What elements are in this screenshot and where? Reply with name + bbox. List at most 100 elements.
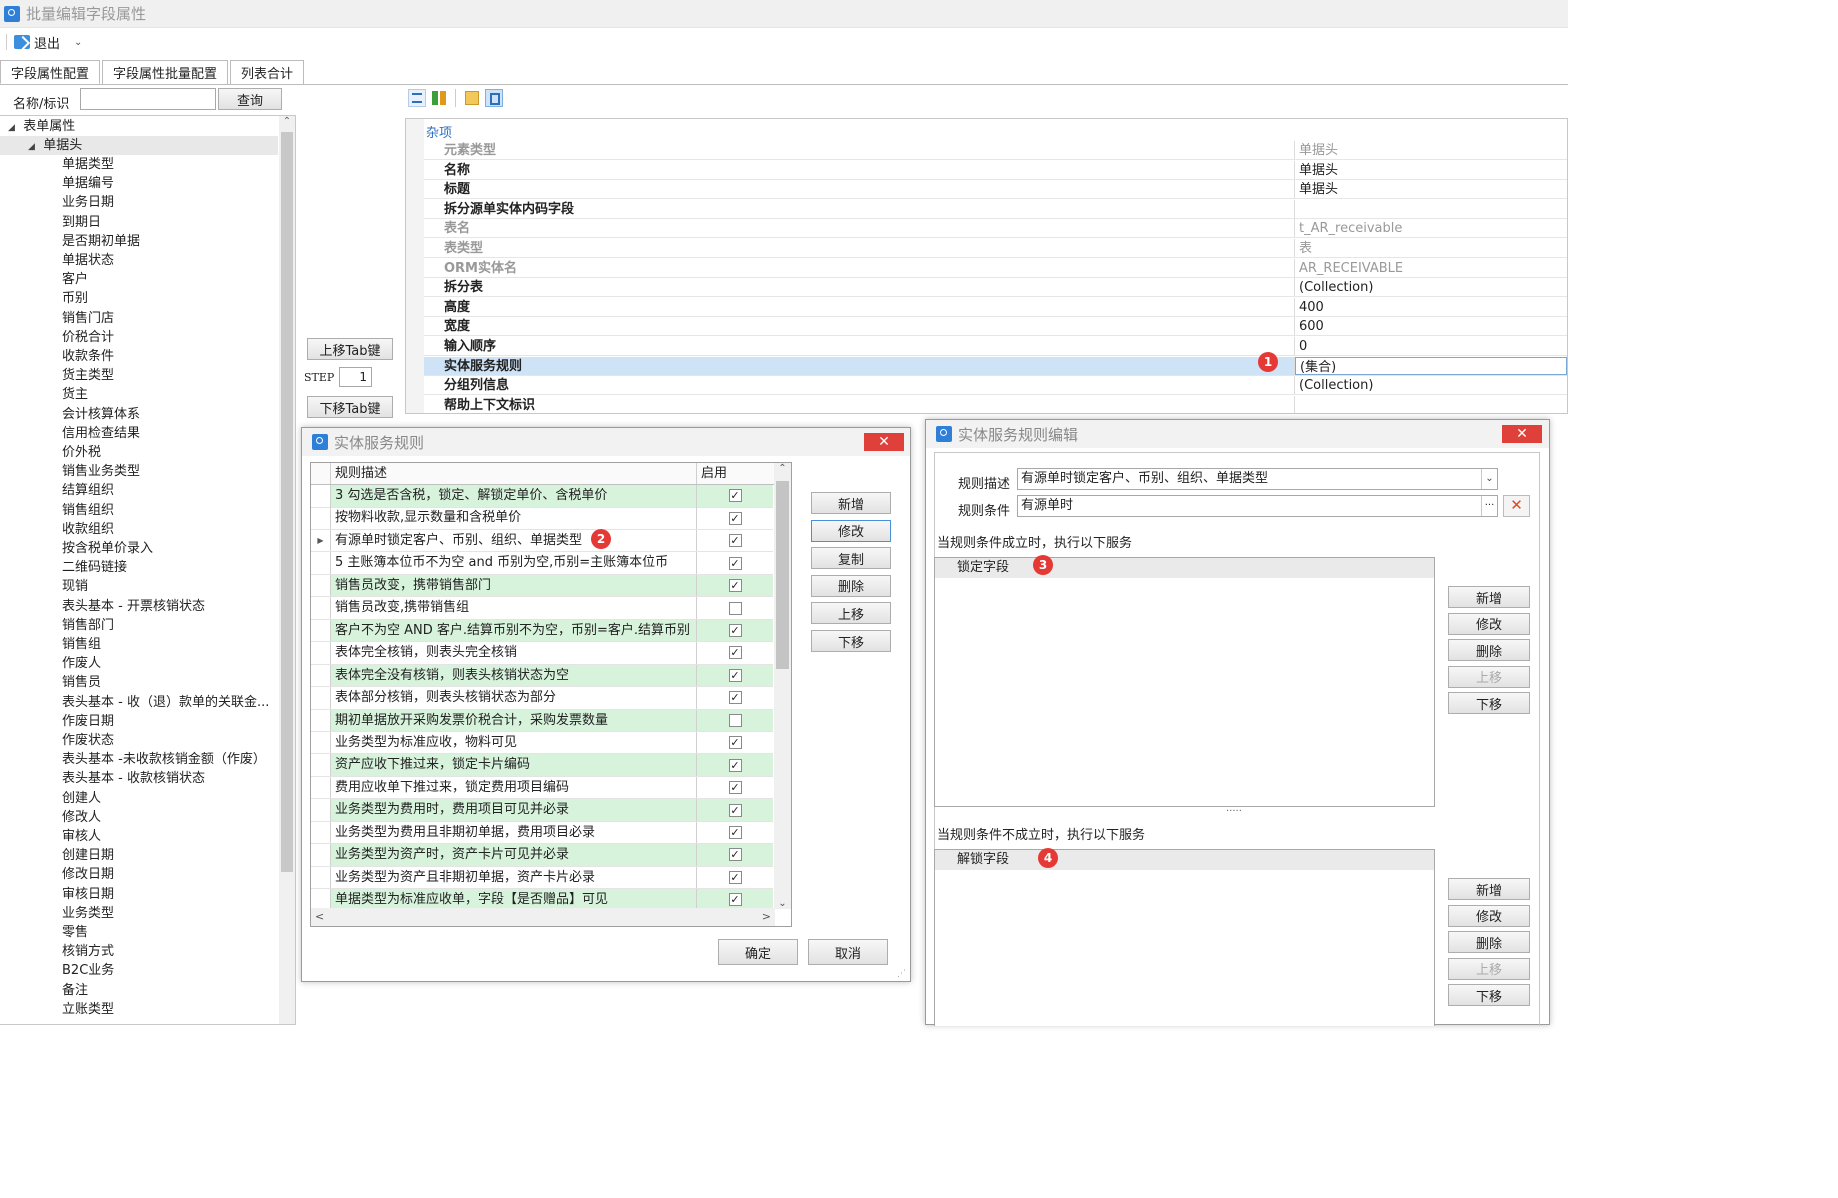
rules-scroll-thumb[interactable]: [776, 481, 789, 669]
rule-row[interactable]: ▶ 有源单时锁定客户、币别、组织、单据类型 ✓: [311, 529, 773, 553]
move-rule-down-button[interactable]: 下移: [811, 630, 891, 652]
tree-item[interactable]: 表头基本 - 收款核销状态: [62, 769, 205, 788]
resize-grip-icon[interactable]: ⋰: [897, 969, 906, 979]
tree-scroll-thumb[interactable]: [281, 132, 293, 872]
enabled-checkbox[interactable]: ✓: [728, 646, 742, 660]
tree-item[interactable]: 销售员: [62, 673, 101, 692]
property-value[interactable]: [1295, 396, 1567, 413]
rule-desc-cell[interactable]: 5 主账簿本位币不为空 and 币别为空,币别=主账簿本位币: [331, 552, 697, 574]
rule-row[interactable]: 表体完全没有核销，则表头核销状态为空 ✓: [311, 664, 773, 688]
enabled-checkbox[interactable]: ✓: [728, 668, 742, 682]
enabled-checkbox[interactable]: ✓: [728, 556, 742, 570]
tree-item[interactable]: 销售组织: [62, 501, 114, 520]
tree-scrollbar[interactable]: ⌃: [279, 116, 295, 1024]
property-value[interactable]: t_AR_receivable: [1295, 219, 1567, 237]
rule-desc-cell[interactable]: 按物料收款,显示数量和含税单价: [331, 507, 697, 529]
tree-item[interactable]: 单据类型: [62, 155, 114, 174]
enabled-checkbox[interactable]: ✓: [728, 511, 742, 525]
tree-item[interactable]: 修改人: [62, 808, 101, 827]
unlock-field-delete-button[interactable]: 删除: [1448, 931, 1530, 954]
enabled-checkbox[interactable]: ✓: [728, 579, 742, 593]
panel-splitter[interactable]: ·····: [1226, 806, 1242, 817]
rule-row[interactable]: 销售员改变,携带销售组: [311, 597, 773, 620]
rule-desc-cell[interactable]: 有源单时锁定客户、币别、组织、单据类型: [331, 529, 697, 552]
tree-item[interactable]: 货主类型: [62, 366, 114, 385]
tree-item[interactable]: 收款条件: [62, 347, 114, 366]
property-row[interactable]: ORM实体名 AR_RECEIVABLE: [424, 258, 1567, 278]
tree-item[interactable]: 销售门店: [62, 309, 114, 328]
property-value[interactable]: 单据头: [1295, 161, 1567, 179]
rule-desc-field[interactable]: 有源单时锁定客户、币别、组织、单据类型 ⌄: [1017, 468, 1498, 490]
edit-rule-button[interactable]: 修改: [811, 519, 891, 542]
lock-field-move-down-button[interactable]: 下移: [1448, 692, 1530, 715]
enabled-checkbox[interactable]: ✓: [728, 826, 742, 839]
tree-item[interactable]: 修改日期: [62, 865, 114, 884]
property-row[interactable]: 输入顺序 0: [424, 337, 1567, 356]
rule-desc-cell[interactable]: 业务类型为标准应收，物料可见: [331, 731, 697, 754]
close-icon[interactable]: ✕: [1502, 425, 1542, 443]
rule-row[interactable]: 业务类型为资产时，资产卡片可见并必录 ✓: [311, 844, 773, 867]
property-row[interactable]: 宽度 600: [424, 317, 1567, 337]
tree-item[interactable]: 业务日期: [62, 193, 114, 212]
delete-rule-button[interactable]: 删除: [811, 574, 891, 597]
tree-item[interactable]: 审核人: [62, 827, 101, 846]
tab-list-totals[interactable]: 列表合计: [230, 60, 305, 84]
tree-item[interactable]: 二维码链接: [62, 558, 127, 577]
property-value[interactable]: 0: [1295, 337, 1567, 355]
tree-item[interactable]: 结算组织: [62, 481, 114, 500]
chevron-down-icon[interactable]: ⌄: [74, 37, 82, 48]
tree-item[interactable]: 审核日期: [62, 885, 114, 904]
rule-cond-field[interactable]: 有源单时 ···: [1017, 495, 1498, 517]
rule-desc-cell[interactable]: 3 勾选是否含税，锁定、解锁定单价、含税单价: [331, 485, 697, 507]
tree-item[interactable]: 表头基本 - 收（退）款单的关联金...: [62, 693, 269, 712]
tree-node-header[interactable]: ◢ 单据头: [0, 136, 278, 155]
tree-item[interactable]: 到期日: [62, 213, 101, 232]
tree-item[interactable]: 立账类型: [62, 1000, 114, 1019]
lock-field-move-up-button[interactable]: 上移: [1448, 665, 1530, 688]
property-value[interactable]: 单据头: [1295, 141, 1567, 159]
rule-desc-cell[interactable]: 期初单据放开采购发票价税合计，采购发票数量: [331, 709, 697, 731]
property-row[interactable]: 拆分表 (Collection): [424, 278, 1567, 298]
rule-desc-cell[interactable]: 费用应收单下推过来，锁定费用项目编码: [331, 776, 697, 799]
rule-desc-cell[interactable]: 表体完全没有核销，则表头核销状态为空: [331, 664, 697, 687]
rule-row[interactable]: 表体部分核销，则表头核销状态为部分 ✓: [311, 687, 773, 710]
enabled-checkbox[interactable]: [728, 601, 742, 615]
enabled-checkbox[interactable]: ✓: [728, 848, 742, 862]
tree-item[interactable]: 表头基本 -未收款核销金额（作废）: [62, 750, 266, 769]
rules-hscroll[interactable]: < >: [311, 908, 775, 926]
rule-desc-cell[interactable]: 表体完全核销，则表头完全核销: [331, 642, 697, 664]
tree-item[interactable]: 作废日期: [62, 712, 114, 731]
enabled-checkbox[interactable]: ✓: [728, 691, 742, 705]
rule-desc-cell[interactable]: 业务类型为资产且非期初单据，资产卡片必录: [331, 866, 697, 889]
rule-row[interactable]: 3 勾选是否含税，锁定、解锁定单价、含税单价 ✓: [311, 485, 773, 508]
tree-item[interactable]: 销售部门: [62, 616, 114, 635]
tree-root[interactable]: ◢ 表单属性: [8, 117, 75, 136]
property-value[interactable]: 400: [1295, 298, 1567, 316]
tab-field-properties[interactable]: 字段属性配置: [0, 60, 101, 84]
property-value[interactable]: 表: [1295, 239, 1567, 257]
tree-item[interactable]: 币别: [62, 289, 88, 308]
rule-desc-cell[interactable]: 业务类型为资产时，资产卡片可见并必录: [331, 844, 697, 866]
rule-row[interactable]: 按物料收款,显示数量和含税单价 ✓: [311, 507, 773, 530]
unlock-field-add-button[interactable]: 新增: [1448, 878, 1530, 900]
lock-field-delete-button[interactable]: 删除: [1448, 639, 1530, 662]
property-pages-icon[interactable]: [463, 89, 481, 107]
lock-field-edit-button[interactable]: 修改: [1448, 612, 1530, 635]
tree-item[interactable]: 创建人: [62, 789, 101, 808]
chevron-down-icon[interactable]: ⌄: [1481, 469, 1497, 489]
lock-field-add-button[interactable]: 新增: [1448, 586, 1530, 608]
enabled-checkbox[interactable]: ✓: [728, 623, 742, 637]
property-value[interactable]: 600: [1295, 317, 1567, 335]
enabled-checkbox[interactable]: ✓: [728, 736, 742, 750]
rule-row[interactable]: 5 主账簿本位币不为空 and 币别为空,币别=主账簿本位币 ✓: [311, 552, 773, 575]
property-row[interactable]: 拆分源单实体内码字段: [424, 199, 1567, 219]
copy-rule-button[interactable]: 复制: [811, 547, 891, 570]
rules-vscroll[interactable]: ⌃ ⌄: [774, 463, 791, 909]
rule-row[interactable]: 表体完全核销，则表头完全核销 ✓: [311, 642, 773, 665]
scroll-up-icon[interactable]: ⌃: [774, 463, 791, 474]
col-rule-desc[interactable]: 规则描述: [331, 463, 697, 484]
tree-item[interactable]: 作废状态: [62, 731, 114, 750]
tree-item[interactable]: 现销: [62, 577, 88, 596]
property-value[interactable]: [1295, 200, 1567, 218]
rule-desc-cell[interactable]: 表体部分核销，则表头核销状态为部分: [331, 687, 697, 709]
